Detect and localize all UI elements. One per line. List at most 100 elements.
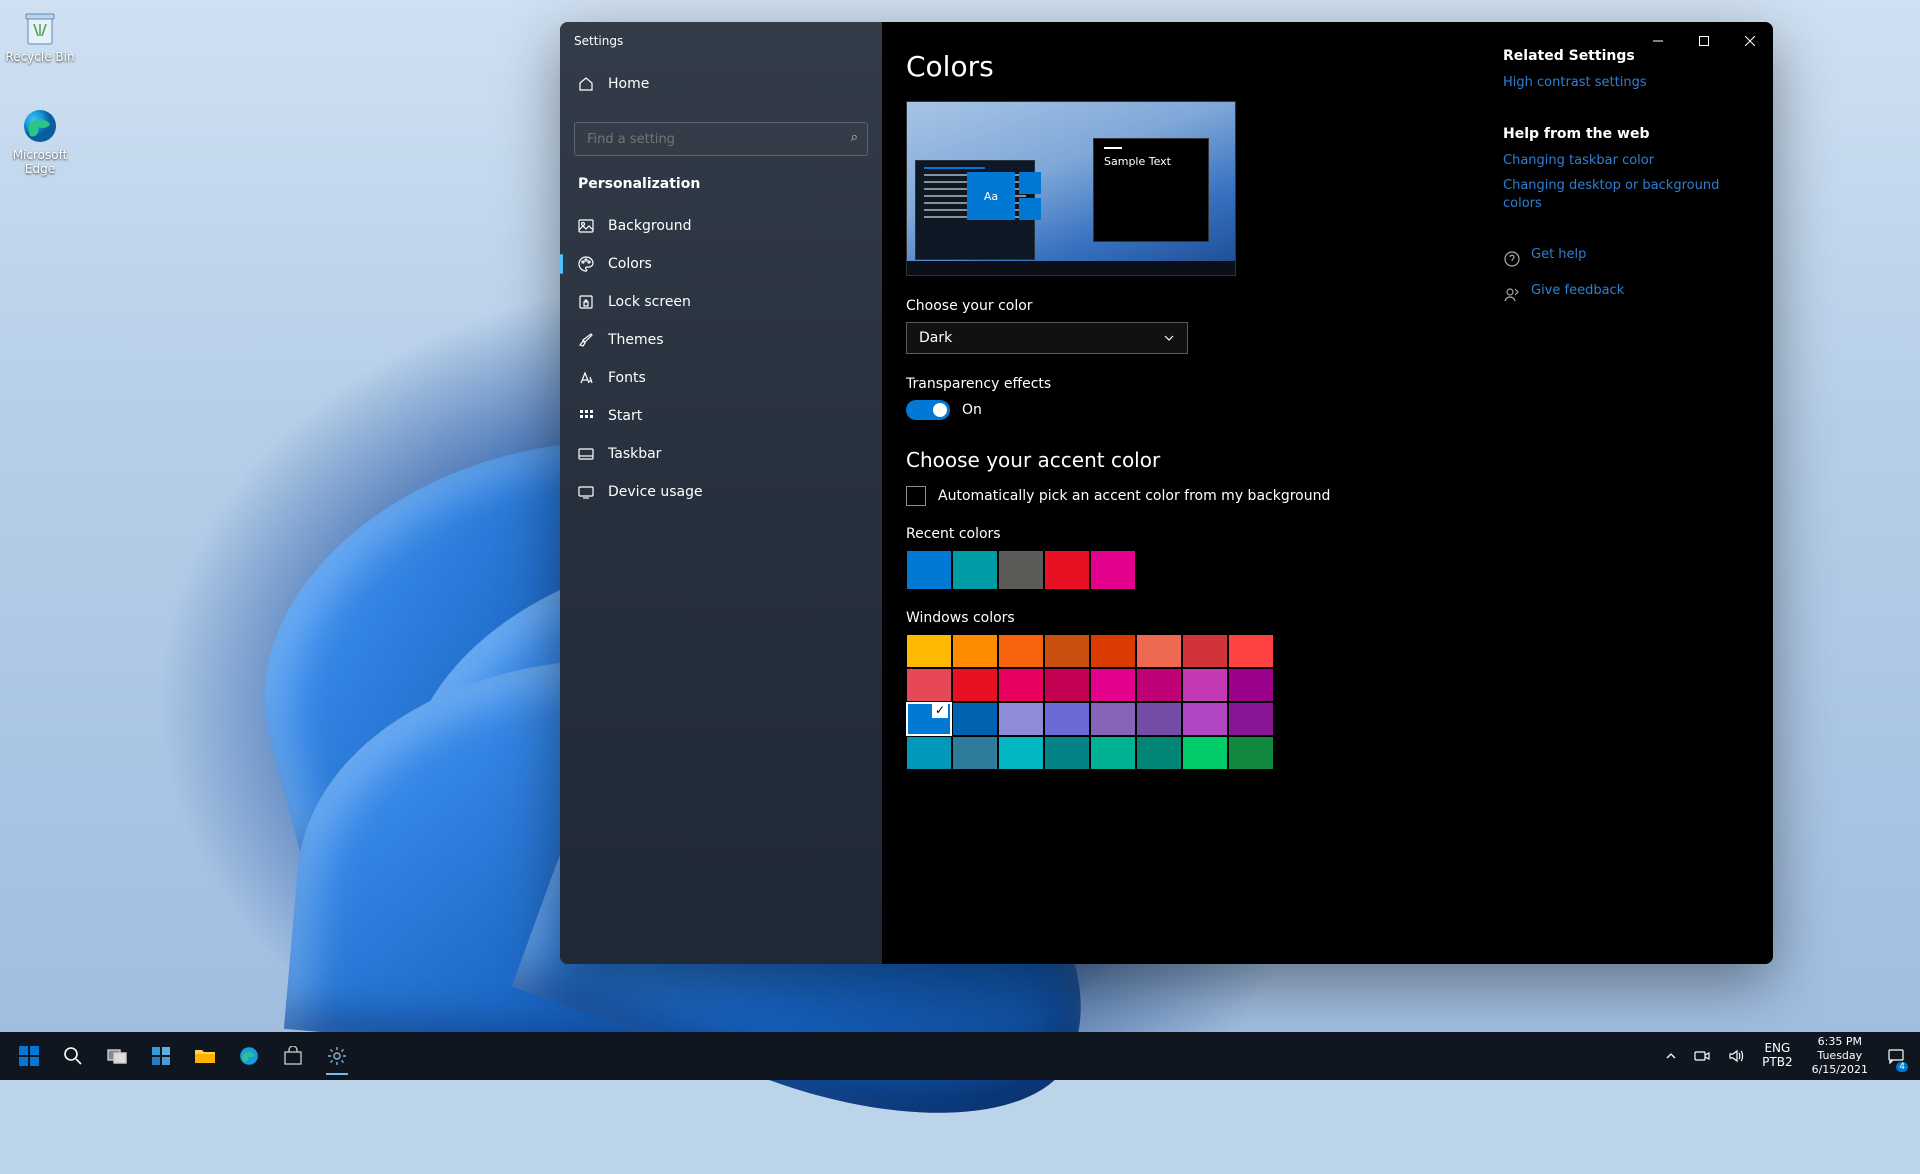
windows-color-swatch[interactable]	[1228, 668, 1274, 702]
sidebar-item-themes[interactable]: Themes	[560, 322, 882, 358]
choose-color-label: Choose your color	[906, 298, 1487, 314]
sidebar-item-taskbar[interactable]: Taskbar	[560, 436, 882, 472]
close-button[interactable]	[1727, 22, 1773, 60]
color-mode-select[interactable]: Dark	[906, 322, 1188, 354]
windows-color-swatch[interactable]	[1090, 668, 1136, 702]
recent-color-swatch[interactable]	[952, 550, 998, 590]
windows-color-swatch[interactable]	[1228, 634, 1274, 668]
windows-color-swatch[interactable]	[1044, 668, 1090, 702]
tray-overflow[interactable]	[1659, 1036, 1683, 1076]
windows-color-swatch[interactable]	[1090, 736, 1136, 770]
windows-color-swatch[interactable]	[952, 634, 998, 668]
tray-volume-icon[interactable]	[1721, 1036, 1751, 1076]
palette-icon	[578, 256, 594, 272]
windows-color-swatch[interactable]	[952, 736, 998, 770]
link-high-contrast[interactable]: High contrast settings	[1503, 74, 1733, 92]
windows-color-swatch[interactable]	[906, 634, 952, 668]
taskbar-edge[interactable]	[228, 1036, 270, 1076]
windows-color-swatch[interactable]	[1228, 702, 1274, 736]
search-input[interactable]	[574, 122, 868, 156]
taskbar-store[interactable]	[272, 1036, 314, 1076]
recent-colors	[906, 550, 1487, 590]
windows-color-swatch[interactable]	[998, 634, 1044, 668]
chevron-down-icon	[1163, 332, 1175, 344]
windows-color-swatch[interactable]	[998, 736, 1044, 770]
titlebar-controls	[1635, 22, 1773, 60]
recent-color-swatch[interactable]	[906, 550, 952, 590]
notification-badge: 4	[1896, 1062, 1908, 1072]
tray-notifications[interactable]: 4	[1880, 1036, 1912, 1076]
sidebar-item-start[interactable]: Start	[560, 398, 882, 434]
windows-color-swatch[interactable]	[1044, 634, 1090, 668]
link-taskbar-color[interactable]: Changing taskbar color	[1503, 152, 1733, 170]
sidebar-item-lock-screen[interactable]: Lock screen	[560, 284, 882, 320]
windows-color-swatch[interactable]	[1044, 736, 1090, 770]
transparency-toggle[interactable]	[906, 400, 950, 420]
desktop-icon-recycle-bin[interactable]: Recycle Bin	[2, 8, 78, 64]
windows-color-swatch[interactable]	[952, 668, 998, 702]
tray-meet-now-icon[interactable]	[1687, 1036, 1717, 1076]
link-desktop-colors[interactable]: Changing desktop or background colors	[1503, 177, 1733, 212]
windows-color-swatch[interactable]	[952, 702, 998, 736]
windows-color-swatch[interactable]	[906, 736, 952, 770]
sidebar-item-label: Colors	[608, 256, 652, 272]
auto-accent-checkbox[interactable]	[906, 486, 926, 506]
sidebar-item-label: Background	[608, 218, 692, 234]
tray-clock[interactable]: 6:35 PM Tuesday 6/15/2021	[1804, 1036, 1876, 1076]
transparency-label: Transparency effects	[906, 376, 1487, 392]
color-preview: Aa Sample Text	[906, 101, 1236, 276]
windows-color-swatch[interactable]	[1182, 736, 1228, 770]
sidebar-item-background[interactable]: Background	[560, 208, 882, 244]
window-title: Settings	[560, 22, 882, 60]
windows-color-swatch[interactable]	[1136, 736, 1182, 770]
tray-language[interactable]: ENGPTB2	[1755, 1036, 1799, 1076]
windows-color-swatch[interactable]	[1228, 736, 1274, 770]
recent-color-swatch[interactable]	[1044, 550, 1090, 590]
minimize-button[interactable]	[1635, 22, 1681, 60]
recent-color-swatch[interactable]	[998, 550, 1044, 590]
taskbar-search[interactable]	[52, 1036, 94, 1076]
link-get-help[interactable]: Get help	[1531, 246, 1586, 264]
windows-color-swatch[interactable]	[1136, 634, 1182, 668]
taskbar-taskview[interactable]	[96, 1036, 138, 1076]
windows-color-swatch[interactable]	[1090, 702, 1136, 736]
accent-title: Choose your accent color	[906, 448, 1487, 472]
sidebar-item-device-usage[interactable]: Device usage	[560, 474, 882, 510]
windows-colors	[906, 634, 1278, 770]
home-icon	[578, 76, 594, 92]
desktop-icon-label: Recycle Bin	[2, 50, 78, 64]
windows-color-swatch[interactable]	[906, 668, 952, 702]
taskbar-explorer[interactable]	[184, 1036, 226, 1076]
sidebar-item-colors[interactable]: Colors	[560, 246, 882, 282]
transparency-state: On	[962, 402, 982, 418]
edge-icon	[20, 106, 60, 146]
windows-color-swatch[interactable]	[998, 668, 1044, 702]
windows-color-swatch[interactable]	[906, 702, 952, 736]
windows-color-swatch[interactable]	[1136, 702, 1182, 736]
settings-main: Colors Aa Sample Text Choose your color …	[906, 48, 1487, 964]
start-button[interactable]	[8, 1036, 50, 1076]
recycle-bin-icon	[20, 8, 60, 48]
sidebar-item-fonts[interactable]: Fonts	[560, 360, 882, 396]
windows-color-swatch[interactable]	[1182, 702, 1228, 736]
windows-color-swatch[interactable]	[1044, 702, 1090, 736]
page-title: Colors	[906, 50, 1487, 83]
windows-color-swatch[interactable]	[998, 702, 1044, 736]
sidebar-item-label: Fonts	[608, 370, 646, 386]
windows-color-swatch[interactable]	[1090, 634, 1136, 668]
nav-home[interactable]: Home	[560, 66, 882, 102]
desktop-icon-label: Microsoft Edge	[2, 148, 78, 176]
taskbar-settings[interactable]	[316, 1036, 358, 1076]
preview-tile-text: Aa	[984, 190, 998, 203]
sidebar-item-label: Taskbar	[608, 446, 661, 462]
recent-color-swatch[interactable]	[1090, 550, 1136, 590]
settings-aside: Related Settings High contrast settings …	[1487, 48, 1733, 964]
taskbar-widgets[interactable]	[140, 1036, 182, 1076]
desktop-icon-edge[interactable]: Microsoft Edge	[2, 106, 78, 176]
windows-color-swatch[interactable]	[1182, 668, 1228, 702]
windows-color-swatch[interactable]	[1136, 668, 1182, 702]
settings-window: Settings Home ⌕ Personalization Backgrou…	[560, 22, 1773, 964]
maximize-button[interactable]	[1681, 22, 1727, 60]
windows-color-swatch[interactable]	[1182, 634, 1228, 668]
link-give-feedback[interactable]: Give feedback	[1531, 282, 1624, 300]
